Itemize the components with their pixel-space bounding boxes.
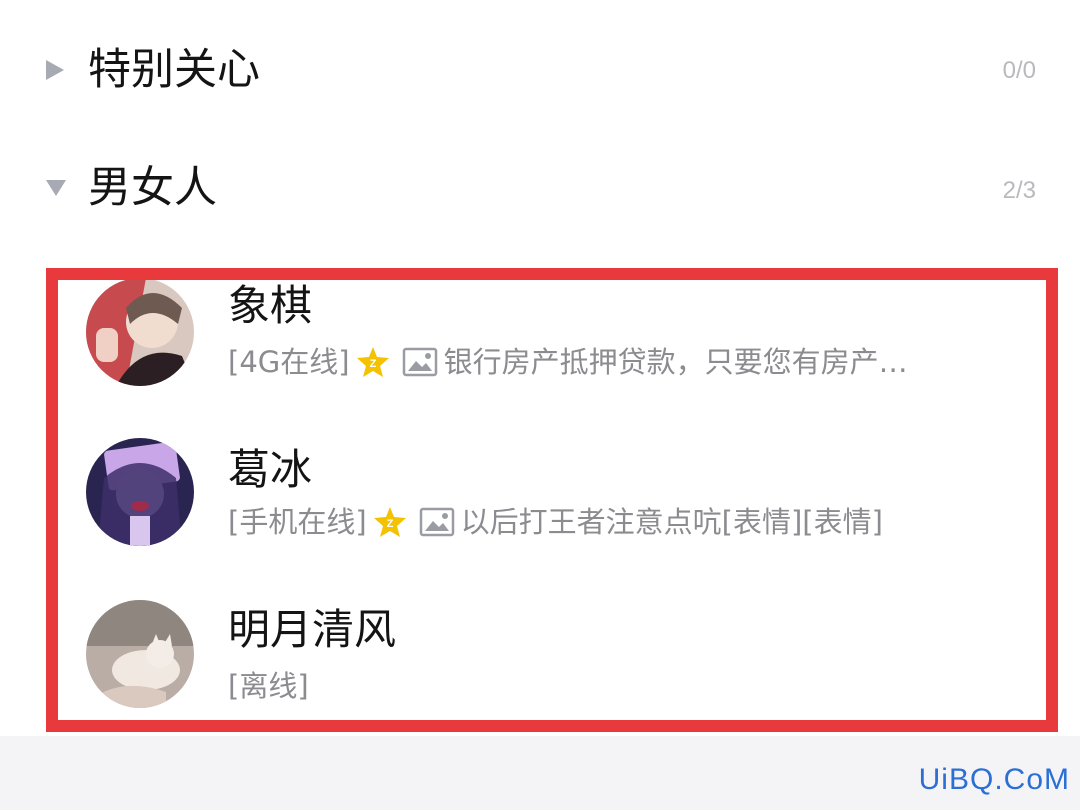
triangle-down-icon — [46, 180, 66, 196]
watermark-logo: UiBQ.CoM — [918, 763, 1070, 796]
group-special-care[interactable]: 特别关心 0/0 — [0, 20, 1080, 120]
group-name: 男女人 — [88, 163, 217, 213]
group-online-count: 2/3 — [1002, 177, 1036, 204]
triangle-right-icon — [46, 60, 64, 80]
group-online-count: 0/0 — [1002, 57, 1036, 84]
group-men-women[interactable]: 男女人 2/3 — [0, 138, 1080, 238]
group-name: 特别关心 — [88, 45, 260, 95]
highlight-frame — [46, 268, 1058, 732]
